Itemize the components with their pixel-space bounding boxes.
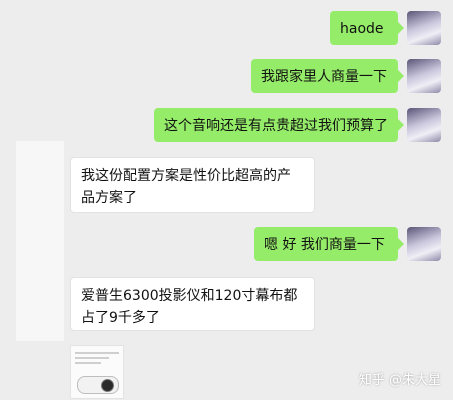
message-bubble-outgoing[interactable]: haode (330, 11, 398, 45)
message-bubble-incoming[interactable]: 爱普生6300投影仪和120寸幕布都占了9千多了 (70, 277, 315, 331)
contact-avatar-area (16, 141, 64, 341)
bubble-tail (398, 238, 404, 250)
message-bubble-outgoing[interactable]: 这个音响还是有点贵超过我们预算了 (154, 108, 398, 142)
message-bubble-outgoing[interactable]: 我跟家里人商量一下 (251, 59, 398, 93)
thumbnail-text-line (75, 362, 101, 364)
image-message-thumbnail[interactable] (70, 345, 124, 399)
message-bubble-incoming[interactable]: 我这份配置方案是性价比超高的产品方案了 (70, 157, 315, 213)
user-avatar[interactable] (407, 59, 441, 93)
message-bubble-outgoing[interactable]: 嗯 好 我们商量一下 (254, 227, 398, 261)
bubble-tail (398, 70, 404, 82)
user-avatar[interactable] (407, 108, 441, 142)
projector-lens (101, 379, 114, 392)
bubble-tail (398, 22, 404, 34)
user-avatar[interactable] (407, 11, 441, 45)
watermark: 知乎 @朱大星 (359, 369, 441, 388)
bubble-tail (398, 119, 404, 131)
thumbnail-text-line (75, 357, 109, 359)
thumbnail-text-line (75, 352, 119, 354)
projector-image (77, 376, 119, 394)
watermark-text: 知乎 @朱大星 (358, 373, 441, 388)
user-avatar[interactable] (407, 227, 441, 261)
